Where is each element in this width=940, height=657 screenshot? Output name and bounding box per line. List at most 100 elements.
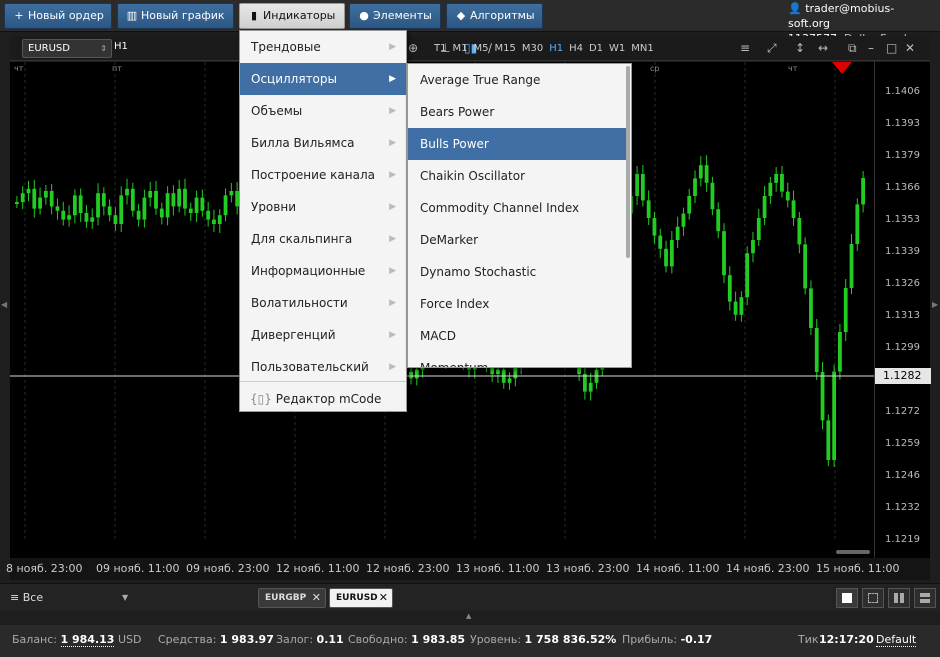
equity: Средства: 1 983.97 <box>158 633 274 646</box>
oscillator-item[interactable]: Bears Power <box>408 96 627 128</box>
timeframe-h4[interactable]: H4 <box>569 36 583 61</box>
new-order-button[interactable]: + Новый ордер <box>4 3 112 29</box>
candle-body <box>733 301 738 315</box>
oscillator-item[interactable]: Force Index <box>408 288 627 320</box>
candle-body <box>496 369 500 374</box>
close-icon[interactable]: ✕ <box>905 41 915 55</box>
vertical-resize-icon[interactable]: ↕ <box>795 41 805 55</box>
minimize-icon[interactable]: – <box>868 41 874 55</box>
single-layout-icon[interactable] <box>836 588 858 608</box>
candle-body <box>148 191 153 198</box>
oscillator-item[interactable]: Commodity Channel Index <box>408 192 627 224</box>
price-axis[interactable]: 1.12191.12321.12461.12591.12721.12861.12… <box>874 62 931 558</box>
candle-body <box>751 240 755 254</box>
candle-body <box>664 248 668 267</box>
indicators-button[interactable]: ▮ Индикаторы <box>239 3 345 29</box>
candle-body <box>687 196 692 214</box>
symbol-selector[interactable]: EURUSD ⇕ <box>22 39 112 58</box>
balance-value[interactable]: 1 984.13 <box>60 633 115 647</box>
time-tick-label: 13 нояб. 23:00 <box>546 562 630 575</box>
day-label: чт <box>788 64 798 73</box>
candle-body <box>107 206 112 216</box>
candle-body <box>710 182 715 210</box>
margin: Залог: 0.11 <box>276 633 344 646</box>
left-panel-grip-icon[interactable]: ◀ <box>1 300 7 309</box>
maximize-icon[interactable]: □ <box>886 41 897 55</box>
price-tick-label: 1.1393 <box>885 118 920 129</box>
candle-body <box>652 218 657 236</box>
oscillator-item[interactable]: Momentum <box>408 352 627 367</box>
candle-body <box>125 188 129 196</box>
timeframe-m1[interactable]: M1 <box>452 36 467 61</box>
candle-body <box>67 215 71 220</box>
timeframe-m5[interactable]: M5 <box>473 36 488 61</box>
profile-link[interactable]: Default <box>876 625 917 655</box>
expand-icon[interactable]: ⤢ <box>767 41 777 56</box>
candle-body <box>797 218 802 245</box>
close-tab-icon[interactable]: ✕ <box>379 589 388 607</box>
symbol-filter-dropdown[interactable]: ≡ Все ▼ <box>0 584 140 612</box>
layout-square <box>842 593 852 603</box>
candle-body <box>681 213 686 227</box>
indicator-category-item[interactable]: Дивергенций ▶ <box>240 319 406 351</box>
horizontal-layout-icon[interactable] <box>914 588 936 608</box>
elements-button[interactable]: ● Элементы <box>349 3 441 29</box>
algorithms-button[interactable]: ◆ Алгоритмы <box>446 3 543 29</box>
indicator-category-item[interactable]: Информационные ▶ <box>240 255 406 287</box>
oscillator-item[interactable]: DeMarker <box>408 224 627 256</box>
timeframe-d1[interactable]: D1 <box>589 36 603 61</box>
chevron-right-icon: ▶ <box>389 330 396 340</box>
timeframe-m15[interactable]: M15 <box>494 36 515 61</box>
indicator-category-item[interactable]: Для скальпинга ▶ <box>240 223 406 255</box>
tab-eurgbp[interactable]: EURGBP ✕ <box>258 588 326 608</box>
oscillator-item[interactable]: Dynamo Stochastic <box>408 256 627 288</box>
tab-eurusd[interactable]: EURUSD ✕ <box>329 588 393 608</box>
popout-icon[interactable]: ⧉ <box>848 41 857 56</box>
candle-body <box>756 218 761 240</box>
oscillator-item[interactable]: MACD <box>408 320 627 352</box>
candle-body <box>84 213 89 222</box>
new-chart-button[interactable]: ▥ Новый график <box>117 3 234 29</box>
indicator-category-item[interactable]: Осцилляторы ▶ <box>240 63 406 95</box>
close-tab-icon[interactable]: ✕ <box>312 589 321 607</box>
right-panel-grip-icon[interactable]: ▶ <box>932 300 938 309</box>
mcode-editor-item[interactable]: {▯} Редактор mCode <box>240 383 406 415</box>
indicator-category-item[interactable]: Уровни ▶ <box>240 191 406 223</box>
indicator-category-item[interactable]: Пользовательский ▶ <box>240 351 406 383</box>
oscillator-item[interactable]: Chaikin Oscillator <box>408 160 627 192</box>
candle-body <box>762 196 767 218</box>
profit: Прибыль: -0.17 <box>622 633 713 646</box>
timeframe-mn1[interactable]: MN1 <box>631 36 653 61</box>
time-axis[interactable]: 8 нояб. 23:00 09 нояб. 11:00 09 нояб. 23:0… <box>6 558 930 580</box>
vertical-layout-icon[interactable] <box>888 588 910 608</box>
oscillator-item[interactable]: Average True Range <box>408 64 627 96</box>
oscillators-submenu: Average True Range Bears Power Bulls Power… <box>407 63 632 368</box>
menu-item-label: Билла Вильямса <box>251 136 355 150</box>
oscillator-item[interactable]: Bulls Power <box>408 128 627 160</box>
collapse-arrow-icon[interactable]: ▲ <box>466 612 471 620</box>
indicator-category-item[interactable]: Волатильности ▶ <box>240 287 406 319</box>
time-tick-label: 12 нояб. 23:00 <box>366 562 450 575</box>
timeframe-m30[interactable]: M30 <box>522 36 543 61</box>
indicators-list-icon[interactable]: ≡ <box>740 41 750 55</box>
candle-body <box>96 193 100 218</box>
add-circle-icon[interactable]: ⊕ <box>408 41 418 55</box>
candle-body <box>38 197 42 209</box>
candle-body <box>130 188 135 211</box>
chevron-right-icon: ▶ <box>389 266 396 276</box>
candle-body <box>849 244 854 288</box>
indicator-category-item[interactable]: Трендовые ▶ <box>240 31 406 63</box>
price-tick-label: 1.1219 <box>885 534 920 545</box>
timeframe-t1[interactable]: T1 <box>434 36 446 61</box>
timeframe-h1[interactable]: H1 <box>549 36 563 61</box>
indicator-category-item[interactable]: Построение канала ▶ <box>240 159 406 191</box>
candle-body <box>32 188 37 209</box>
indicator-category-item[interactable]: Билла Вильямса ▶ <box>240 127 406 159</box>
indicator-category-item[interactable]: Объемы ▶ <box>240 95 406 127</box>
horizontal-resize-icon[interactable]: ↔ <box>818 41 828 55</box>
candle-body <box>675 226 680 240</box>
timeframe-w1[interactable]: W1 <box>609 36 625 61</box>
submenu-scrollbar[interactable] <box>626 66 630 258</box>
grid-layout-icon[interactable] <box>862 588 884 608</box>
candle-body <box>832 371 837 460</box>
